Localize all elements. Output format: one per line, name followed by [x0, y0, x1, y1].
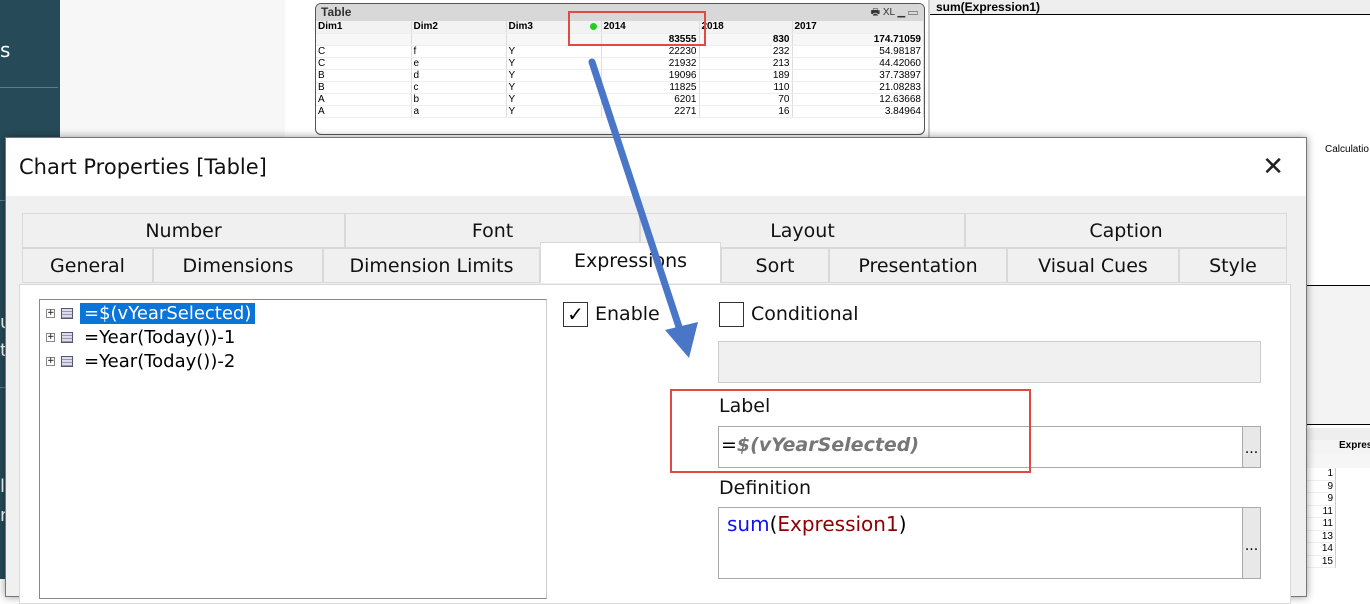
arrow-head — [665, 322, 698, 358]
arrow-shaft — [588, 58, 684, 334]
arrow-annotation — [588, 58, 698, 358]
